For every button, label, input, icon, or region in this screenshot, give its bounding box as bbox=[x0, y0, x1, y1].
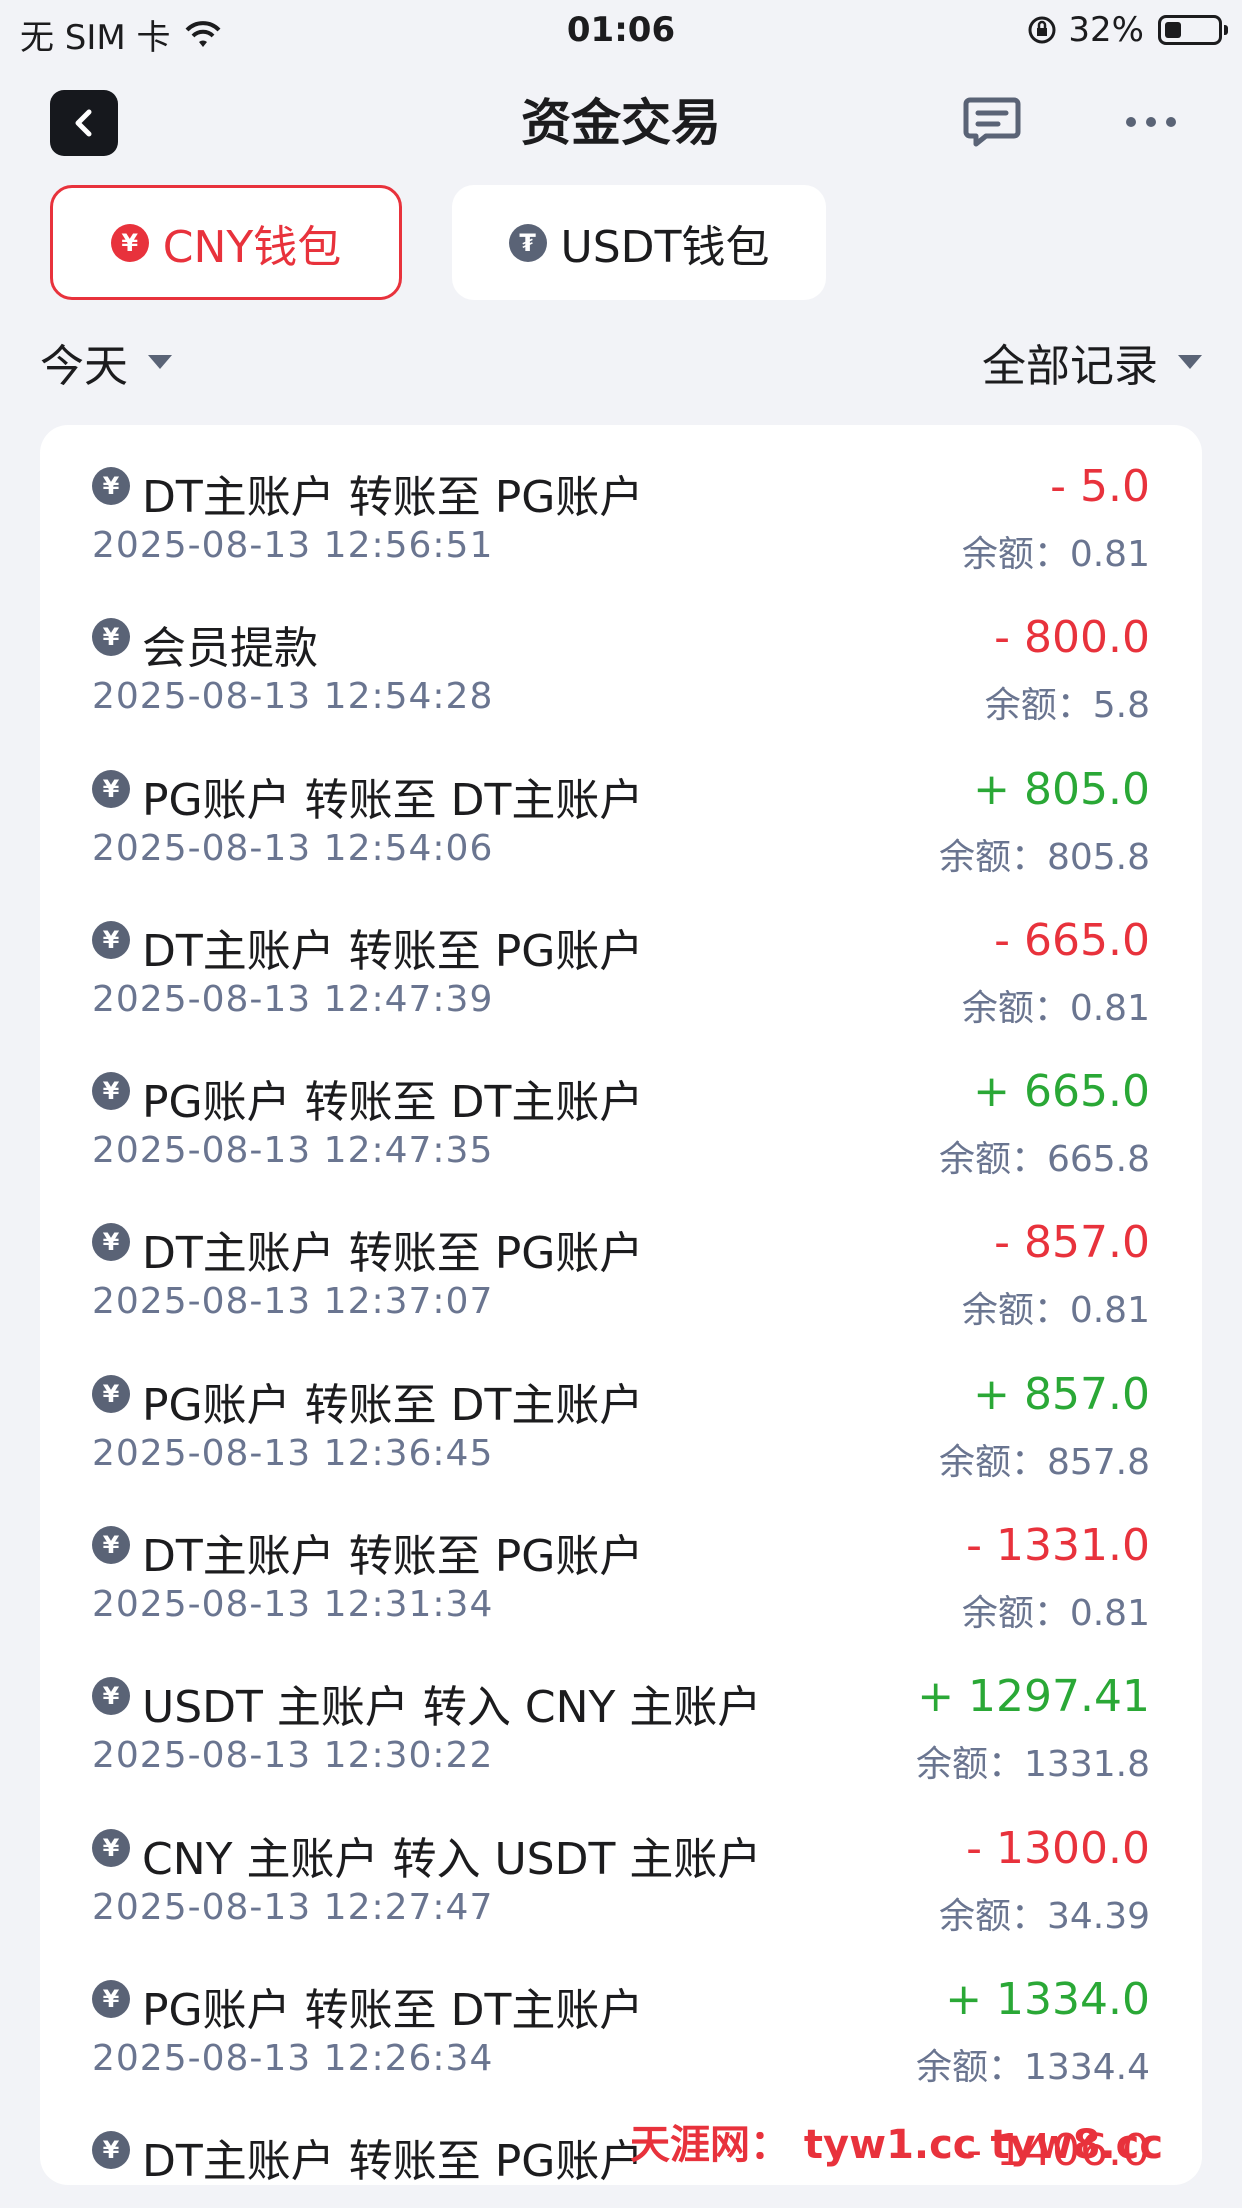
record-time: 2025-08-13 12:54:28 bbox=[92, 676, 494, 718]
cny-coin-icon: ¥ bbox=[92, 920, 130, 959]
record-title: DT主账户 转账至 PG账户 bbox=[142, 1228, 644, 1280]
record-balance: 余额：0.81 bbox=[961, 1290, 1150, 1332]
cny-coin-icon: ¥ bbox=[92, 2131, 130, 2170]
cny-coin-icon: ¥ bbox=[92, 618, 130, 657]
tab-label: CNY钱包 bbox=[162, 221, 342, 273]
record-balance: 余额：1331.8 bbox=[916, 1744, 1150, 1786]
list-item[interactable]: ¥ PG账户 转账至 DT主账户 2025-08-13 12:26:34 + 1334… bbox=[40, 1938, 1202, 2089]
tab-usdt-wallet[interactable]: ₮ USDT钱包 bbox=[452, 185, 826, 300]
record-title: PG账户 转账至 DT主账户 bbox=[142, 1984, 644, 2036]
record-amount: + 857.0 bbox=[973, 1368, 1150, 1420]
record-title: DT主账户 转账至 PG账户 bbox=[142, 925, 644, 977]
battery-percent: 32% bbox=[1068, 10, 1144, 50]
page-title: 资金交易 bbox=[521, 94, 721, 152]
battery-icon bbox=[1158, 15, 1228, 45]
tab-label: USDT钱包 bbox=[560, 221, 770, 273]
battery-fill bbox=[1165, 22, 1181, 38]
record-amount: - 857.0 bbox=[994, 1217, 1150, 1269]
date-filter[interactable]: 今天 bbox=[40, 330, 172, 394]
cny-coin-icon: ¥ bbox=[92, 1374, 130, 1413]
record-balance: 余额：0.81 bbox=[961, 534, 1150, 575]
list-item[interactable]: ¥ CNY 主账户 转入 USDT 主账户 2025-08-13 12:27:47 -… bbox=[40, 1787, 1202, 1938]
record-title: USDT 主账户 转入 CNY 主账户 bbox=[142, 1682, 762, 1734]
record-balance: 余额：34.39 bbox=[938, 1895, 1150, 1937]
cny-coin-icon: ¥ bbox=[92, 1526, 130, 1565]
list-item[interactable]: ¥ PG账户 转账至 DT主账户 2025-08-13 12:54:06 + 805.… bbox=[40, 728, 1202, 879]
record-title: DT主账户 转账至 PG账户 bbox=[142, 472, 644, 523]
type-filter[interactable]: 全部记录 bbox=[982, 330, 1202, 394]
usdt-coin-icon: ₮ bbox=[508, 223, 547, 262]
record-balance: 余额：805.8 bbox=[938, 836, 1150, 878]
record-balance: 余额：1334.4 bbox=[916, 2046, 1150, 2088]
record-amount: + 1297.41 bbox=[917, 1671, 1150, 1723]
cny-coin-icon: ¥ bbox=[92, 1979, 130, 2018]
record-time: 2025-08-13 12:26:34 bbox=[92, 2037, 494, 2079]
record-title: PG账户 转账至 DT主账户 bbox=[142, 1379, 644, 1431]
orientation-lock-icon bbox=[1028, 16, 1056, 44]
record-time: 2025-08-13 12:27:47 bbox=[92, 1886, 494, 1928]
record-time: 2025-08-13 12:47:35 bbox=[92, 1130, 494, 1172]
list-item[interactable]: ¥ PG账户 转账至 DT主账户 2025-08-13 12:47:35 + 665.… bbox=[40, 1030, 1202, 1181]
record-title: DT主账户 转账至 PG账户 bbox=[142, 1531, 644, 1583]
record-time: 2025-08-13 12:54:06 bbox=[92, 827, 494, 869]
record-balance: 余额：665.8 bbox=[938, 1139, 1150, 1181]
record-title: PG账户 转账至 DT主账户 bbox=[142, 774, 644, 826]
record-amount: - 1331.0 bbox=[966, 1520, 1150, 1572]
cny-coin-icon: ¥ bbox=[92, 1223, 130, 1262]
cny-coin-icon: ¥ bbox=[92, 769, 130, 808]
record-title: PG账户 转账至 DT主账户 bbox=[142, 1077, 644, 1129]
record-amount: + 805.0 bbox=[973, 763, 1150, 815]
list-item[interactable]: ¥ PG账户 转账至 DT主账户 2025-08-13 12:36:45 + 857.… bbox=[40, 1333, 1202, 1484]
record-title: 会员提款 bbox=[142, 623, 318, 675]
record-amount: + 1334.0 bbox=[945, 1973, 1150, 2025]
list-item[interactable]: ¥ DT主账户 转账至 PG账户 2025-08-13 12:56:51 - 5.0 余… bbox=[40, 425, 1202, 576]
list-item[interactable]: ¥ DT主账户 转账至 PG账户 2025-08-13 12:31:34 - 1331… bbox=[40, 1484, 1202, 1635]
cny-coin-icon: ¥ bbox=[92, 1828, 130, 1867]
chat-icon[interactable] bbox=[962, 94, 1022, 150]
record-balance: 余额：5.8 bbox=[984, 685, 1150, 727]
caret-down-icon bbox=[1178, 355, 1202, 369]
record-time: 2025-08-13 12:36:45 bbox=[92, 1432, 494, 1474]
nav-bar: 资金交易 bbox=[0, 80, 1242, 170]
record-balance: 余额：0.81 bbox=[961, 1593, 1150, 1635]
list-item[interactable]: ¥ DT主账户 转账至 PG账户 2025-08-13 12:47:39 - 665.… bbox=[40, 879, 1202, 1030]
cny-coin-icon: ¥ bbox=[92, 1072, 130, 1111]
record-amount: - 5.0 bbox=[1050, 461, 1150, 512]
list-item[interactable]: ¥ USDT 主账户 转入 CNY 主账户 2025-08-13 12:30:22 +… bbox=[40, 1635, 1202, 1786]
record-title: CNY 主账户 转入 USDT 主账户 bbox=[142, 1833, 762, 1885]
record-time: 2025-08-13 12:30:22 bbox=[92, 1735, 494, 1777]
more-icon[interactable] bbox=[1124, 94, 1178, 150]
record-time: 2025-08-13 12:56:51 bbox=[92, 525, 494, 566]
record-time: 2025-08-13 12:31:34 bbox=[92, 1584, 494, 1626]
cny-coin-icon: ¥ bbox=[110, 223, 149, 262]
watermark: 天涯网： tyw1.cc tyw8.cc bbox=[630, 2122, 1164, 2168]
record-time: 2025-08-13 12:47:39 bbox=[92, 978, 494, 1020]
list-item[interactable]: ¥ 会员提款 2025-08-13 12:54:28 - 800.0 余额：5.8 bbox=[40, 576, 1202, 727]
record-balance: 余额：0.81 bbox=[961, 987, 1150, 1029]
wallet-tabs: ¥ CNY钱包 ₮ USDT钱包 bbox=[50, 185, 826, 300]
list-item[interactable]: ¥ DT主账户 转账至 PG账户 2025-08-13 12:37:07 - 857.… bbox=[40, 1181, 1202, 1332]
record-time: 2025-08-13 12:37:07 bbox=[92, 1281, 494, 1323]
status-bar: 无 SIM 卡 01:06 32% bbox=[0, 0, 1242, 62]
tab-cny-wallet[interactable]: ¥ CNY钱包 bbox=[50, 185, 402, 300]
record-balance: 余额：857.8 bbox=[938, 1441, 1150, 1483]
filters: 今天 全部记录 bbox=[40, 330, 1202, 400]
cny-coin-icon: ¥ bbox=[92, 467, 130, 505]
caret-down-icon bbox=[148, 355, 172, 369]
type-filter-label: 全部记录 bbox=[982, 341, 1158, 392]
record-amount: - 800.0 bbox=[994, 612, 1150, 664]
date-filter-label: 今天 bbox=[40, 341, 128, 392]
record-amount: - 665.0 bbox=[994, 914, 1150, 966]
record-amount: + 665.0 bbox=[973, 1066, 1150, 1118]
cny-coin-icon: ¥ bbox=[92, 1677, 130, 1716]
record-amount: - 1300.0 bbox=[966, 1822, 1150, 1874]
records-list: ¥ DT主账户 转账至 PG账户 2025-08-13 12:56:51- 5.0 余… bbox=[40, 425, 1202, 2185]
status-right: 32% bbox=[1026, 10, 1228, 50]
record-title: DT主账户 转账至 PG账户 bbox=[142, 2136, 644, 2185]
